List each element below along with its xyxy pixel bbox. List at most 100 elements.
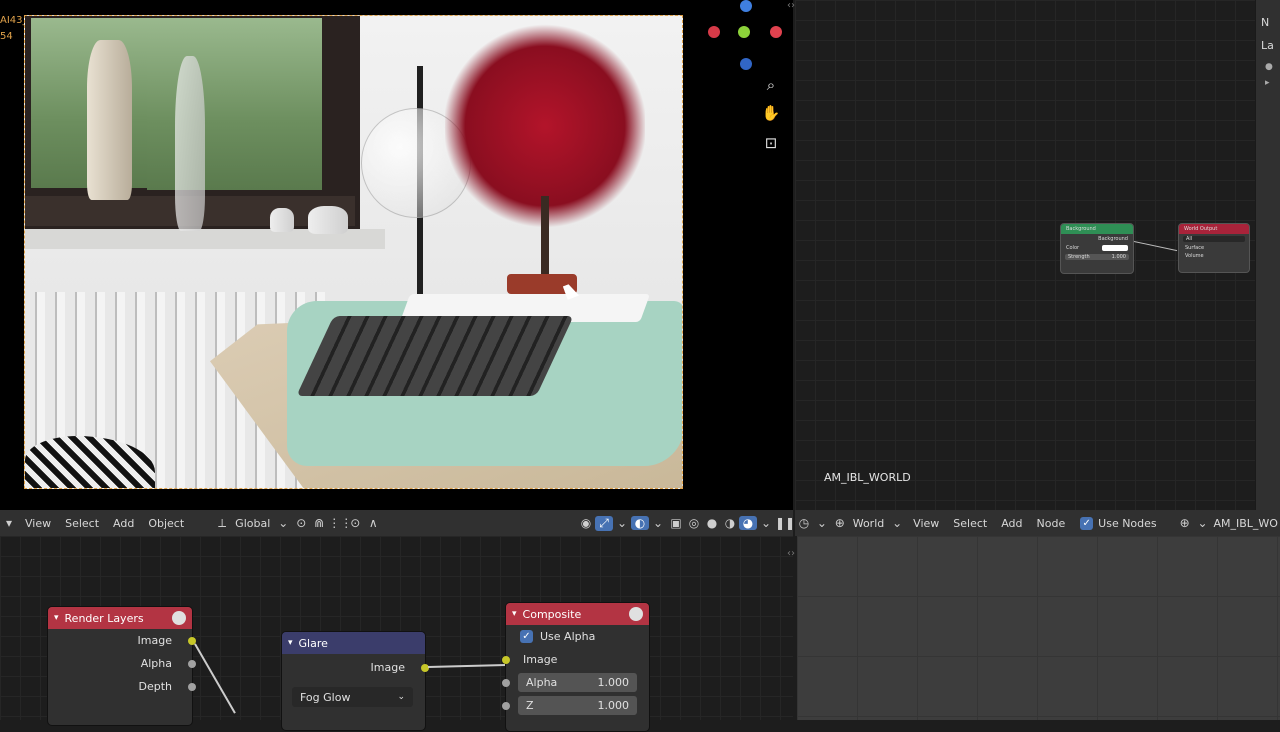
world-selector[interactable]: AM_IBL_WO: [1211, 517, 1279, 530]
use-alpha-label: Use Alpha: [540, 630, 596, 643]
viewport-header: ▾ View Select Add Object ⟂ Global ⌄ ⊙ ⋒ …: [0, 510, 795, 536]
shading-solid-icon[interactable]: ●: [703, 516, 721, 530]
world-editor-header: ◷ ⌄ ⊕ World ⌄ View Select Add Node ✓ Use…: [795, 510, 1280, 536]
falloff-icon[interactable]: ∧: [364, 516, 382, 530]
bullet-icon: ●: [1265, 62, 1273, 72]
overlay-toggle-icon[interactable]: ◐: [631, 516, 649, 530]
collapse-arrow-icon[interactable]: ▾: [54, 613, 59, 623]
render-preview[interactable]: [24, 15, 683, 489]
area-split-icon[interactable]: ‹›: [787, 548, 795, 559]
snap-grid-icon[interactable]: ⋮⋮: [328, 516, 352, 530]
composite-node[interactable]: ▾ Composite ✓ Use Alpha Image Alpha 1.00…: [502, 602, 650, 732]
sidebar-tab-n[interactable]: N: [1256, 0, 1280, 29]
glare-node[interactable]: ▾ Glare Image Fog Glow ⌄: [281, 631, 429, 731]
shading-material-icon[interactable]: ◑: [721, 516, 739, 530]
chevron-down-icon: ⌄: [397, 692, 405, 702]
snap-icon[interactable]: ⋒: [310, 516, 328, 530]
volume-input-label: Volume: [1185, 253, 1204, 259]
collapse-icon[interactable]: ▾: [0, 516, 18, 530]
chevron-down-icon[interactable]: ⌄: [757, 516, 775, 530]
pan-hand-icon[interactable]: ✋: [758, 100, 784, 126]
world-output-title: World Output: [1179, 224, 1249, 234]
chevron-down-icon[interactable]: ⌄: [649, 516, 667, 530]
sidebar-tab-la[interactable]: La: [1256, 29, 1280, 52]
node-link: [427, 663, 507, 668]
world-name-label: AM_IBL_WORLD: [824, 471, 911, 484]
background-node-title: Background: [1061, 224, 1133, 234]
background-node[interactable]: Background Background Color Strength 1.0…: [1060, 223, 1134, 274]
xray-icon[interactable]: ▣: [667, 516, 685, 530]
chevron-down-icon[interactable]: ⌄: [813, 516, 831, 530]
world-output-node[interactable]: World Output All Surface Volume: [1178, 223, 1250, 273]
composite-z-input-socket[interactable]: [502, 701, 510, 710]
orientation-select[interactable]: Global: [231, 517, 274, 530]
chevron-down-icon[interactable]: ⌄: [1194, 516, 1212, 530]
collapse-arrow-icon[interactable]: ▾: [512, 609, 517, 619]
tree-trunk: [541, 196, 549, 276]
glare-type-select[interactable]: Fog Glow ⌄: [292, 687, 413, 707]
menu-select[interactable]: Select: [946, 517, 994, 530]
glare-image-output-label: Image: [370, 661, 405, 674]
menu-node[interactable]: Node: [1030, 517, 1073, 530]
gizmo-toggle-icon[interactable]: ⤢: [595, 515, 613, 531]
sidebar-strip[interactable]: N La ● ▸: [1255, 0, 1280, 510]
gizmo-y-icon[interactable]: [738, 26, 750, 38]
pivot-icon[interactable]: ⊙: [292, 516, 310, 530]
render-icon[interactable]: [629, 607, 643, 621]
menu-view[interactable]: View: [18, 517, 58, 530]
color-swatch[interactable]: [1102, 245, 1128, 251]
composite-image-label: Image: [523, 653, 558, 666]
depth-output-socket[interactable]: [188, 682, 196, 691]
target-select[interactable]: All: [1183, 236, 1245, 242]
menu-object[interactable]: Object: [141, 517, 191, 530]
render-icon[interactable]: [172, 611, 186, 625]
menu-add[interactable]: Add: [994, 517, 1029, 530]
shading-rendered-icon[interactable]: ◕: [739, 516, 757, 530]
composite-alpha-input-socket[interactable]: [502, 678, 510, 687]
background-output-label: Background: [1098, 236, 1128, 242]
chevron-down-icon[interactable]: ⌄: [888, 516, 906, 530]
z-field[interactable]: Z 1.000: [518, 696, 637, 715]
gizmo-z-icon[interactable]: [740, 0, 752, 12]
shading-wireframe-icon[interactable]: ◎: [685, 516, 703, 530]
world-icon[interactable]: ⊕: [831, 516, 849, 530]
alpha-output-socket[interactable]: [188, 659, 196, 668]
shader-type-select[interactable]: World: [849, 517, 889, 530]
menu-view[interactable]: View: [906, 517, 946, 530]
white-pot: [308, 206, 348, 234]
area-split-icon[interactable]: ‹›: [787, 0, 795, 11]
editor-type-icon[interactable]: ◷: [795, 516, 813, 530]
gizmo-x-neg-icon[interactable]: [708, 26, 720, 38]
composite-title: Composite: [522, 607, 582, 621]
zoom-icon[interactable]: ⌕: [758, 72, 784, 98]
compositor-editor[interactable]: ▾ Render Layers Image Alpha Depth ▾ Glar…: [0, 536, 793, 732]
expand-arrow-icon[interactable]: ▸: [1256, 72, 1280, 88]
camera-view-icon[interactable]: ⊡: [758, 130, 784, 156]
proportional-edit-icon[interactable]: ⊙: [346, 516, 364, 530]
small-pot: [270, 208, 294, 232]
gizmo-x-icon[interactable]: [770, 26, 782, 38]
node-link: [194, 643, 236, 714]
menu-add[interactable]: Add: [106, 517, 141, 530]
menu-select[interactable]: Select: [58, 517, 106, 530]
strength-field[interactable]: Strength 1.000: [1065, 254, 1129, 260]
transform-orientation-icon[interactable]: ⟂: [213, 516, 231, 531]
3d-viewport[interactable]: AI43_000_01 54 ⌕ ✋: [0, 0, 795, 510]
use-alpha-checkbox[interactable]: ✓: [520, 630, 533, 643]
collapse-arrow-icon[interactable]: ▾: [288, 638, 293, 648]
use-nodes-label: Use Nodes: [1098, 516, 1157, 530]
chevron-down-icon[interactable]: ⌄: [274, 516, 292, 530]
gizmo-z-neg-icon[interactable]: [740, 58, 752, 70]
world-node-editor[interactable]: Background Background Color Strength 1.0…: [795, 0, 1255, 510]
alpha-field[interactable]: Alpha 1.000: [518, 673, 637, 692]
render-layers-node[interactable]: ▾ Render Layers Image Alpha Depth: [47, 606, 196, 726]
alpha-output-label: Alpha: [140, 657, 172, 670]
pause-render-icon[interactable]: ❚❚: [775, 516, 795, 530]
use-nodes-checkbox[interactable]: ✓: [1080, 516, 1094, 530]
glass-vase: [175, 56, 205, 231]
visibility-icon[interactable]: ◉: [577, 516, 595, 530]
world-browse-icon[interactable]: ⊕: [1176, 516, 1194, 530]
composite-image-input-socket[interactable]: [502, 655, 510, 664]
chevron-down-icon[interactable]: ⌄: [613, 516, 631, 530]
image-editor-area[interactable]: [797, 536, 1280, 720]
